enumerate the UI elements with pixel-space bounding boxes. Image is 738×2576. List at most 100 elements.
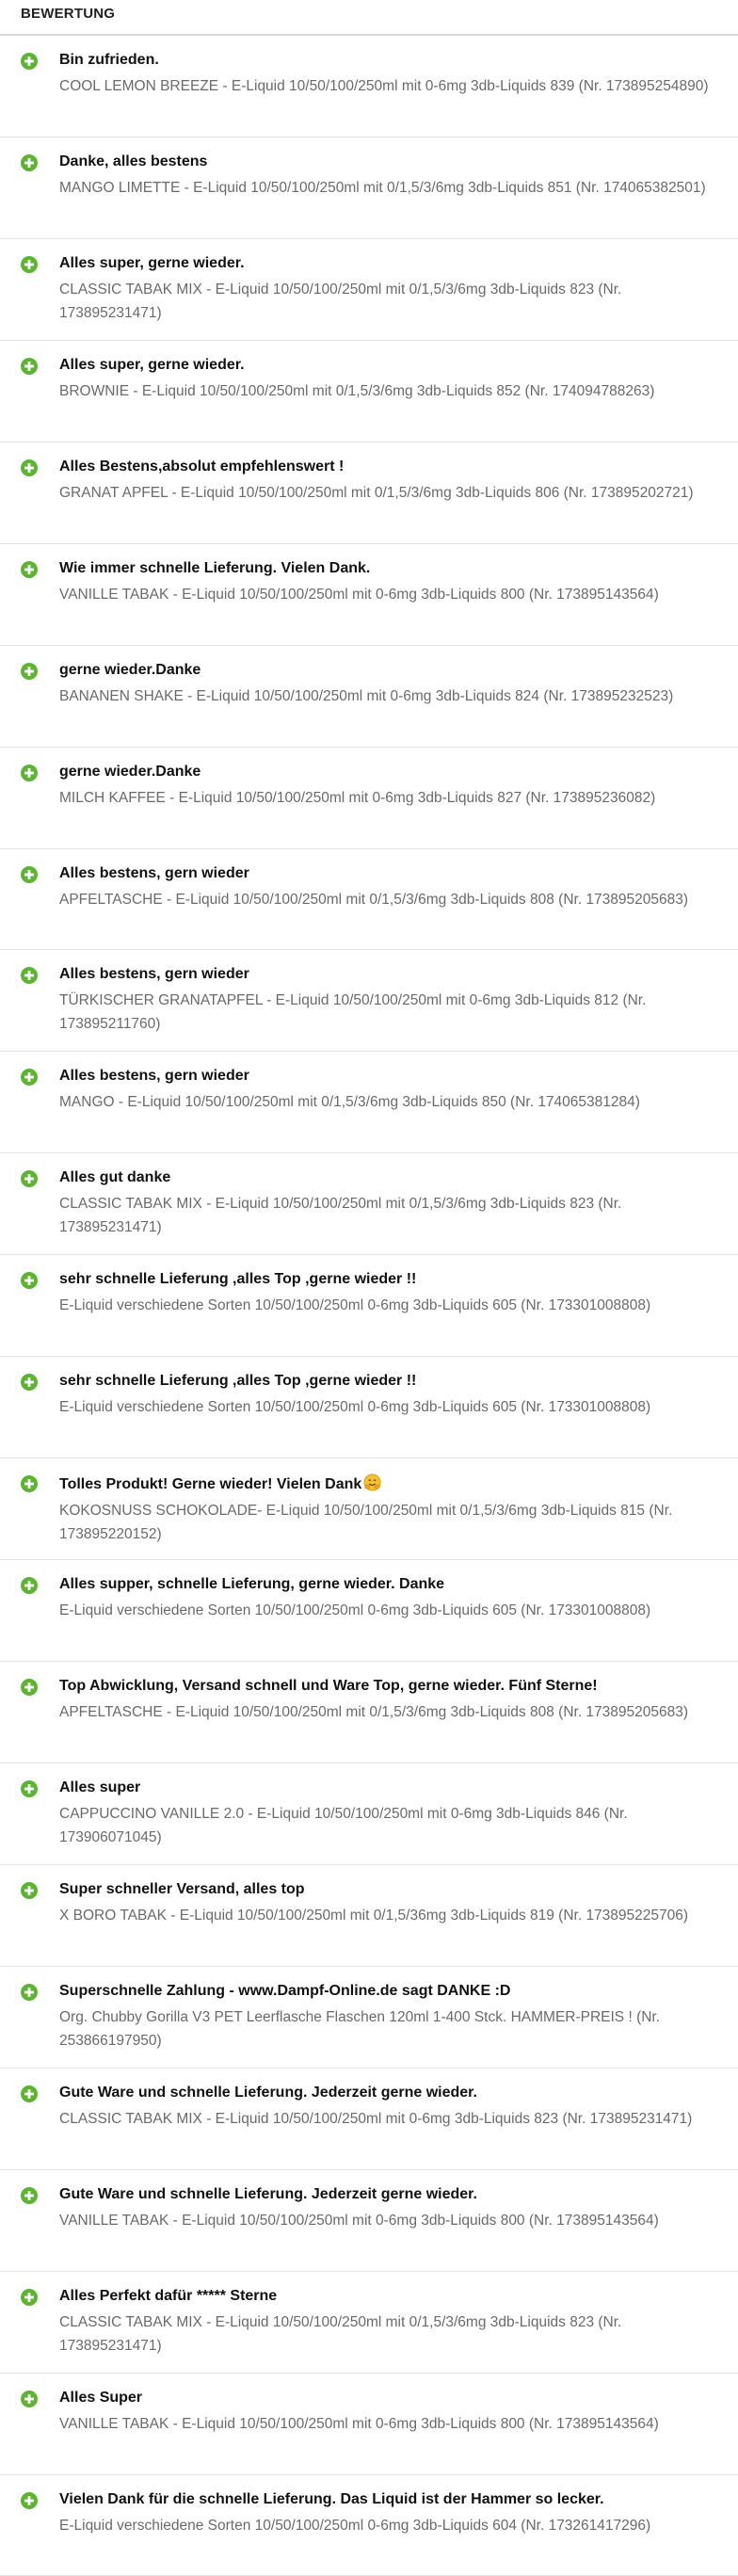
review-comment: Alles super, gerne wieder. (59, 254, 725, 273)
review-comment-text: sehr schnelle Lieferung ,alles Top ,gern… (59, 1271, 416, 1287)
plus-circle-icon (21, 1069, 38, 1086)
plus-circle-icon (21, 2085, 38, 2102)
review-item: gerne wieder.Danke BANANEN SHAKE - E-Liqu… (0, 646, 738, 748)
review-comment-text: Alles super, gerne wieder. (59, 255, 245, 271)
review-item-description: APFELTASCHE - E-Liquid 10/50/100/250ml m… (59, 1700, 725, 1724)
review-comment-text: Alles Perfekt dafür ***** Sterne (59, 2288, 277, 2304)
review-comment-text: Alles Super (59, 2390, 142, 2406)
plus-circle-icon (21, 967, 38, 984)
plus-circle-icon (21, 53, 38, 70)
review-comment: Alles supper, schnelle Lieferung, gerne … (59, 1575, 725, 1594)
plus-circle-icon (21, 358, 38, 375)
review-comment-text: Alles bestens, gern wieder (59, 966, 249, 982)
review-item-description: CAPPUCCINO VANILLE 2.0 - E-Liquid 10/50/… (59, 1802, 725, 1849)
review-item: Super schneller Versand, alles top X BORO… (0, 1865, 738, 1967)
review-comment-text: Alles gut danke (59, 1169, 170, 1185)
review-comment-text: Alles super, gerne wieder. (59, 357, 245, 373)
review-comment: Bin zufrieden. (59, 51, 725, 70)
review-comment: gerne wieder.Danke (59, 763, 725, 781)
plus-circle-icon (21, 2492, 38, 2509)
review-item-description: VANILLE TABAK - E-Liquid 10/50/100/250ml… (59, 583, 725, 606)
review-item-description: E-Liquid verschiedene Sorten 10/50/100/2… (59, 1395, 725, 1419)
review-item: Alles Bestens,absolut empfehlenswert ! GR… (0, 443, 738, 544)
review-comment-text: Danke, alles bestens (59, 153, 207, 169)
plus-circle-icon (21, 459, 38, 476)
review-item-description: X BORO TABAK - E-Liquid 10/50/100/250ml … (59, 1904, 725, 1927)
review-item: gerne wieder.DankeMILCH KAFFEE - E-Liqui… (0, 748, 738, 849)
review-item: Alles super, gerne wieder. BROWNIE - E-Li… (0, 341, 738, 443)
review-comment: Alles gut danke (59, 1168, 725, 1187)
section-title: BEWERTUNG (0, 0, 738, 36)
review-comment-text: Tolles Produkt! Gerne wieder! Vielen Dan… (59, 1476, 361, 1492)
plus-circle-icon (21, 1577, 38, 1594)
plus-circle-icon (21, 1170, 38, 1187)
review-comment-text: Bin zufrieden. (59, 52, 159, 68)
review-item: Top Abwicklung, Versand schnell und Ware… (0, 1662, 738, 1763)
review-comment-text: Gute Ware und schnelle Lieferung. Jederz… (59, 2085, 477, 2101)
review-comment: Gute Ware und schnelle Lieferung. Jederz… (59, 2185, 725, 2204)
review-item-description: CLASSIC TABAK MIX - E-Liquid 10/50/100/2… (59, 2310, 725, 2358)
review-comment-text: Alles super (59, 1779, 140, 1795)
review-item: Superschnelle Zahlung - www.Dampf-Online… (0, 1967, 738, 2069)
review-comment-text: Super schneller Versand, alles top (59, 1881, 305, 1897)
review-comment: sehr schnelle Lieferung ,alles Top ,gern… (59, 1270, 725, 1289)
review-item: Alles Super VANILLE TABAK - E-Liquid 10/5… (0, 2374, 738, 2475)
review-item-description: MANGO LIMETTE - E-Liquid 10/50/100/250ml… (59, 176, 725, 200)
review-item: Alles Perfekt dafür ***** Sterne CLASSIC … (0, 2272, 738, 2374)
review-item-description: BROWNIE - E-Liquid 10/50/100/250ml mit 0… (59, 379, 725, 403)
review-comment: Tolles Produkt! Gerne wieder! Vielen Dan… (59, 1473, 725, 1494)
review-item-description: KOKOSNUSS SCHOKOLADE- E-Liquid 10/50/100… (59, 1499, 725, 1546)
hugging-face-emoji-icon (363, 1473, 381, 1491)
review-item-description: E-Liquid verschiedene Sorten 10/50/100/2… (59, 1294, 725, 1317)
review-item-description: VANILLE TABAK - E-Liquid 10/50/100/250ml… (59, 2412, 725, 2436)
review-item-description: VANILLE TABAK - E-Liquid 10/50/100/250ml… (59, 2209, 725, 2232)
review-comment-text: Alles bestens, gern wieder (59, 1068, 249, 1084)
review-comment: Top Abwicklung, Versand schnell und Ware… (59, 1677, 725, 1696)
review-comment-text: Alles supper, schnelle Lieferung, gerne … (59, 1576, 444, 1592)
review-item: Alles bestens, gern wiederAPFELTASCHE - … (0, 849, 738, 951)
review-item-description: CLASSIC TABAK MIX - E-Liquid 10/50/100/2… (59, 278, 725, 325)
review-comment: Alles super (59, 1779, 725, 1797)
review-comment: Danke, alles bestens (59, 153, 725, 171)
review-comment: Super schneller Versand, alles top (59, 1880, 725, 1899)
review-item-description: COOL LEMON BREEZE - E-Liquid 10/50/100/2… (59, 74, 725, 98)
review-item: sehr schnelle Lieferung ,alles Top ,gern… (0, 1357, 738, 1458)
review-item: Alles gut dankeCLASSIC TABAK MIX - E-Liq… (0, 1153, 738, 1255)
review-item: Alles bestens, gern wieder MANGO - E-Liqu… (0, 1052, 738, 1153)
review-item: Tolles Produkt! Gerne wieder! Vielen Dan… (0, 1458, 738, 1560)
plus-circle-icon (21, 1882, 38, 1899)
review-comment: Alles bestens, gern wieder (59, 1067, 725, 1086)
review-comment-text: Alles bestens, gern wieder (59, 865, 249, 881)
review-comment-text: Wie immer schnelle Lieferung. Vielen Dan… (59, 560, 370, 576)
review-item: sehr schnelle Lieferung ,alles Top ,gern… (0, 1255, 738, 1357)
review-comment: Wie immer schnelle Lieferung. Vielen Dan… (59, 559, 725, 578)
review-comment-text: Alles Bestens,absolut empfehlenswert ! (59, 459, 344, 475)
review-item: Alles super CAPPUCCINO VANILLE 2.0 - E-Li… (0, 1763, 738, 1865)
review-comment: Alles Perfekt dafür ***** Sterne (59, 2287, 725, 2306)
plus-circle-icon (21, 2391, 38, 2407)
review-comment: Vielen Dank für die schnelle Lieferung. … (59, 2490, 725, 2509)
plus-circle-icon (21, 1984, 38, 2001)
review-comment: Alles bestens, gern wieder (59, 965, 725, 984)
plus-circle-icon (21, 154, 38, 171)
review-list: Bin zufrieden. COOL LEMON BREEZE - E-Liqu… (0, 36, 738, 2576)
review-comment: gerne wieder.Danke (59, 661, 725, 680)
review-item: Alles super, gerne wieder. CLASSIC TABAK … (0, 239, 738, 341)
review-comment: Alles bestens, gern wieder (59, 864, 725, 883)
review-comment-text: gerne wieder.Danke (59, 764, 201, 780)
plus-circle-icon (21, 2187, 38, 2204)
review-comment-text: gerne wieder.Danke (59, 662, 201, 678)
review-item-description: E-Liquid verschiedene Sorten 10/50/100/2… (59, 1599, 725, 1622)
review-comment: sehr schnelle Lieferung ,alles Top ,gern… (59, 1372, 725, 1391)
review-item-description: GRANAT APFEL - E-Liquid 10/50/100/250ml … (59, 481, 725, 505)
review-comment-text: Top Abwicklung, Versand schnell und Ware… (59, 1678, 598, 1694)
plus-circle-icon (21, 663, 38, 680)
review-comment-text: sehr schnelle Lieferung ,alles Top ,gern… (59, 1373, 416, 1389)
review-item-description: TÜRKISCHER GRANATAPFEL - E-Liquid 10/50/… (59, 989, 725, 1036)
plus-circle-icon (21, 866, 38, 883)
review-item-description: BANANEN SHAKE - E-Liquid 10/50/100/250ml… (59, 684, 725, 708)
review-item-description: MANGO - E-Liquid 10/50/100/250ml mit 0/1… (59, 1090, 725, 1114)
plus-circle-icon (21, 1374, 38, 1391)
review-comment: Alles super, gerne wieder. (59, 356, 725, 375)
review-item: Alles supper, schnelle Lieferung, gerne … (0, 1560, 738, 1662)
